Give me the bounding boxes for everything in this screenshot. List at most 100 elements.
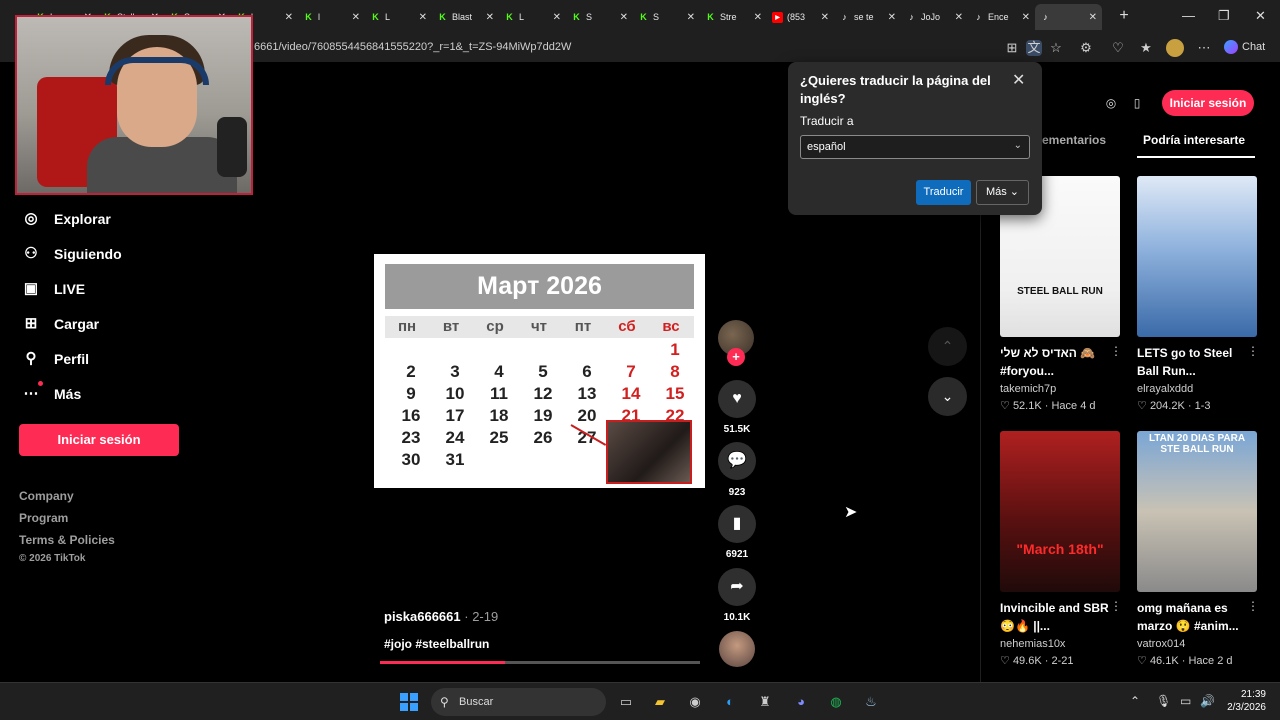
- app-install-icon[interactable]: ⊞: [1004, 40, 1020, 56]
- taskbar-clock[interactable]: 21:39 2/3/2026: [1222, 688, 1266, 714]
- tab-recommended[interactable]: Podría interesarte: [1143, 133, 1245, 147]
- network-icon[interactable]: ▭: [1180, 694, 1191, 708]
- recommendation-title[interactable]: האדיס לא שלי 🙈 #foryou...: [1000, 344, 1112, 380]
- browser-tab[interactable]: ▶ (853 ✕: [767, 4, 834, 30]
- discord-icon[interactable]: ◕: [789, 690, 813, 714]
- browser-tab[interactable]: Kl ✕: [298, 4, 365, 30]
- new-tab-button[interactable]: +: [1114, 6, 1134, 26]
- browser-tab[interactable]: K Blast ✕: [432, 4, 499, 30]
- mobile-icon[interactable]: ▯: [1126, 92, 1148, 114]
- browser-tab[interactable]: ♪ Ence ✕: [968, 4, 1035, 30]
- more-vertical-icon[interactable]: ⋮: [1110, 599, 1122, 613]
- recommendation-thumbnail[interactable]: [1137, 176, 1257, 337]
- more-options-button[interactable]: Más ⌄: [976, 180, 1029, 205]
- tab-close-icon[interactable]: ✕: [1022, 12, 1030, 23]
- tab-close-icon[interactable]: ✕: [888, 12, 896, 23]
- tab-comments[interactable]: ementarios: [1042, 133, 1106, 147]
- browser-tab[interactable]: KS ✕: [566, 4, 633, 30]
- video-player[interactable]: Март 2026 пн вт ср чт пт сб вс 1 2 3 4 5 6 7 8 9 10 11 12…: [374, 254, 705, 488]
- browser-tab[interactable]: KL ✕: [365, 4, 432, 30]
- browser-tab[interactable]: KL ✕: [499, 4, 566, 30]
- sidebar-item-más[interactable]: ⋯ Más: [22, 381, 81, 403]
- settings-more-icon[interactable]: ⋯: [1196, 40, 1212, 56]
- windows-start-icon[interactable]: [400, 693, 418, 711]
- browser-tab[interactable]: ♪ ✕: [1035, 4, 1102, 30]
- tab-close-icon[interactable]: ✕: [285, 12, 293, 23]
- footer-link-terms[interactable]: Terms & Policies: [19, 533, 115, 547]
- bookmark-icon[interactable]: ▮: [718, 505, 756, 543]
- recommendation-thumbnail[interactable]: "March 18th": [1000, 431, 1120, 592]
- translate-icon[interactable]: 文: [1026, 40, 1042, 56]
- minimize-icon[interactable]: —: [1182, 8, 1195, 23]
- like-heart-icon[interactable]: ♥: [718, 380, 756, 418]
- edge-icon[interactable]: ◐: [718, 690, 742, 714]
- tab-close-icon[interactable]: ✕: [352, 12, 360, 23]
- tab-close-icon[interactable]: ✕: [687, 12, 695, 23]
- tab-close-icon[interactable]: ✕: [1089, 12, 1097, 23]
- tab-close-icon[interactable]: ✕: [821, 12, 829, 23]
- taskbar-search[interactable]: ⚲ Buscar: [431, 688, 606, 716]
- extensions-icon[interactable]: ⚙: [1078, 40, 1094, 56]
- recommendation-thumbnail[interactable]: LTAN 20 DIAS PARA STE BALL RUN: [1137, 431, 1257, 592]
- login-button[interactable]: Iniciar sesión: [19, 424, 179, 456]
- tab-close-icon[interactable]: ✕: [553, 12, 561, 23]
- sidebar-item-siguiendo[interactable]: ⚇ Siguiendo: [22, 245, 121, 263]
- browser-tab[interactable]: K Stre ✕: [700, 4, 767, 30]
- recommendation-user[interactable]: nehemias10x: [1000, 638, 1065, 650]
- language-select[interactable]: español ⌄: [800, 135, 1030, 159]
- maximize-icon[interactable]: ❐: [1218, 8, 1230, 24]
- browser-tab[interactable]: ♪ JoJo ✕: [901, 4, 968, 30]
- translate-button[interactable]: Traducir: [916, 180, 971, 205]
- next-video-chevron-down-icon[interactable]: ⌄: [928, 377, 967, 416]
- close-window-icon[interactable]: ✕: [1255, 8, 1266, 24]
- more-vertical-icon[interactable]: ⋮: [1247, 599, 1259, 613]
- volume-icon[interactable]: 🔊: [1200, 694, 1215, 708]
- mic-icon[interactable]: 🎙: [1156, 694, 1171, 708]
- share-arrow-icon[interactable]: ➦: [718, 568, 756, 606]
- sidebar-item-live[interactable]: ▣ LIVE: [22, 280, 85, 298]
- recommendation-user[interactable]: vatrox014: [1137, 638, 1185, 650]
- copilot-chat-button[interactable]: Chat: [1224, 40, 1265, 54]
- url-field[interactable]: 6661/video/7608554456841555220?_r=1&_t=Z…: [254, 41, 571, 53]
- tab-close-icon[interactable]: ✕: [419, 12, 427, 23]
- video-progress-bar[interactable]: [380, 661, 700, 664]
- video-caption-user[interactable]: piska666661 · 2-19: [384, 609, 498, 624]
- favorite-star-icon[interactable]: ☆: [1048, 40, 1064, 56]
- recommendation-user[interactable]: elrayalxddd: [1137, 383, 1193, 395]
- task-view-icon[interactable]: ▭: [614, 690, 638, 714]
- app-icon[interactable]: ♜: [753, 690, 777, 714]
- comment-icon[interactable]: 💬: [718, 442, 756, 480]
- close-icon[interactable]: ✕: [1012, 70, 1025, 90]
- spotify-icon[interactable]: ◍: [824, 690, 848, 714]
- footer-link-program[interactable]: Program: [19, 511, 68, 525]
- browser-tab[interactable]: KS ✕: [633, 4, 700, 30]
- sound-avatar[interactable]: [719, 631, 755, 667]
- footer-link-company[interactable]: Company: [19, 489, 74, 503]
- sidebar-item-cargar[interactable]: ⊞ Cargar: [22, 315, 99, 333]
- compass-icon[interactable]: ◎: [1100, 92, 1122, 114]
- previous-video-chevron-up-icon[interactable]: ⌃: [928, 327, 967, 366]
- browser-tab[interactable]: ♪ se te ✕: [834, 4, 901, 30]
- tab-close-icon[interactable]: ✕: [955, 12, 963, 23]
- browser-essentials-icon[interactable]: ♡: [1110, 40, 1126, 56]
- profile-avatar[interactable]: [1166, 39, 1184, 57]
- file-explorer-icon[interactable]: ▰: [648, 690, 672, 714]
- sidebar-item-perfil[interactable]: ⚲ Perfil: [22, 350, 90, 368]
- right-login-button[interactable]: Iniciar sesión: [1162, 90, 1254, 116]
- author-name[interactable]: piska666661: [384, 609, 461, 624]
- tray-chevron-up-icon[interactable]: ⌃: [1130, 694, 1140, 708]
- favorites-icon[interactable]: ★: [1138, 40, 1154, 56]
- follow-plus-icon[interactable]: +: [727, 348, 745, 366]
- tab-close-icon[interactable]: ✕: [620, 12, 628, 23]
- recommendation-title[interactable]: LETS go to Steel Ball Run...: [1137, 344, 1249, 380]
- steam-icon[interactable]: ♨: [859, 690, 883, 714]
- recommendation-user[interactable]: takemich7p: [1000, 383, 1056, 395]
- sidebar-item-explorar[interactable]: ◎ Explorar: [22, 210, 110, 228]
- more-vertical-icon[interactable]: ⋮: [1247, 344, 1259, 358]
- tab-close-icon[interactable]: ✕: [486, 12, 494, 23]
- recommendation-title[interactable]: Invincible and SBR 😳🔥 ||...: [1000, 599, 1112, 635]
- obs-icon[interactable]: ◉: [683, 690, 707, 714]
- tab-close-icon[interactable]: ✕: [754, 12, 762, 23]
- more-vertical-icon[interactable]: ⋮: [1110, 344, 1122, 358]
- hashtags[interactable]: #jojo #steelballrun: [384, 637, 489, 651]
